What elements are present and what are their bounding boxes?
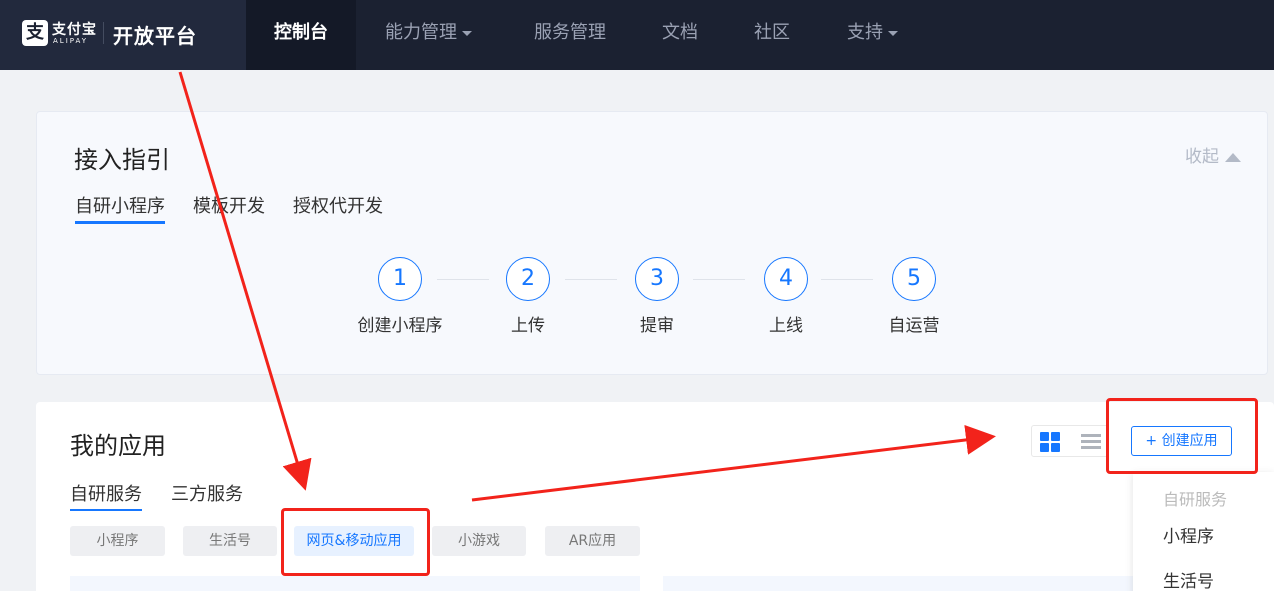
annotation-arrows	[178, 71, 996, 502]
arrow-to-create-button	[471, 425, 996, 502]
arrow-to-web-app	[178, 71, 312, 491]
